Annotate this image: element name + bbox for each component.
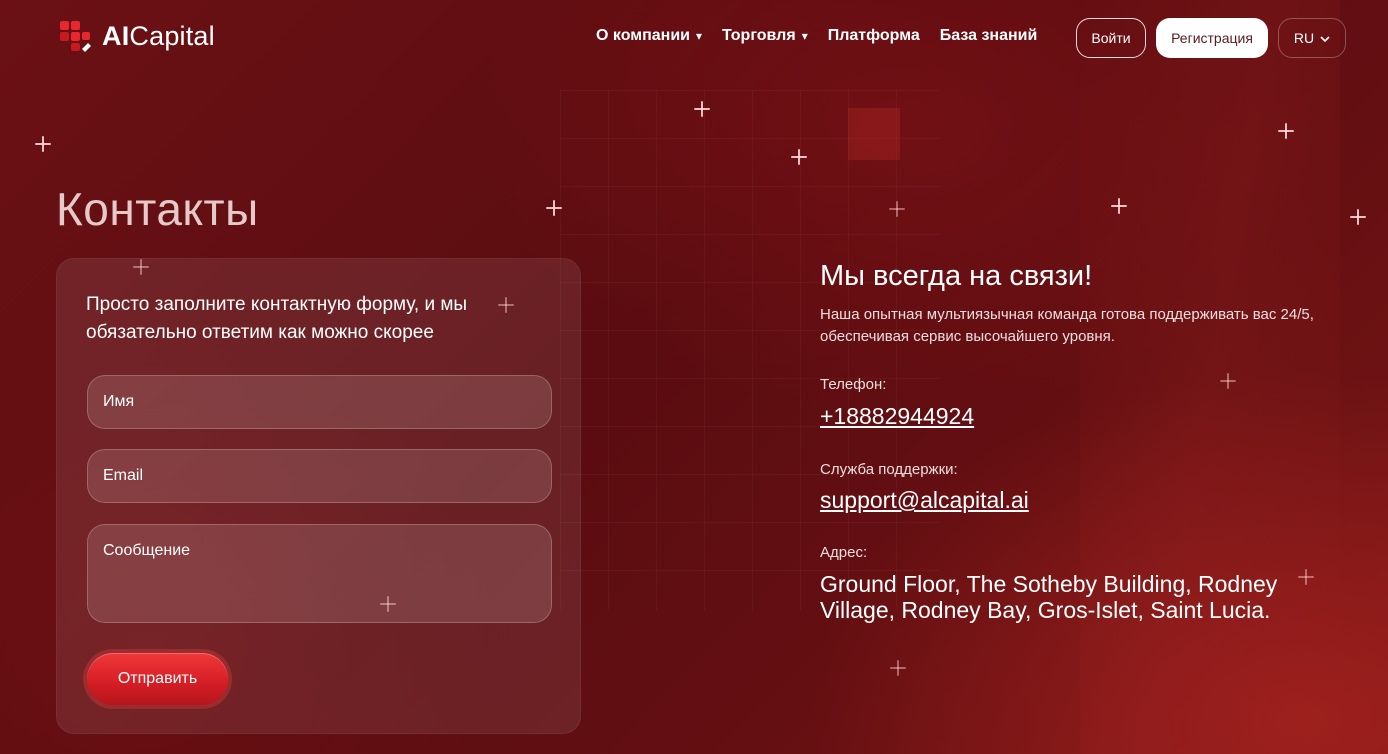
- background-light-beam: [1080, 0, 1340, 754]
- contact-form: Просто заполните контактную форму, и мы …: [56, 258, 581, 734]
- main-nav: О компании ▾ Торговля ▾ Платформа База з…: [596, 27, 1037, 45]
- submit-button-glow: Отправить: [83, 649, 232, 709]
- contact-info: Мы всегда на связи! Наша опытная мультия…: [820, 258, 1340, 623]
- page-title: Контакты: [56, 183, 259, 235]
- brand-logo[interactable]: AICapital: [58, 19, 215, 53]
- nav-item-knowledge-base[interactable]: База знаний: [940, 27, 1038, 45]
- name-field[interactable]: [87, 375, 552, 429]
- submit-button[interactable]: Отправить: [87, 653, 228, 705]
- login-button[interactable]: Войти: [1076, 18, 1146, 58]
- background-grid: [560, 90, 940, 610]
- sparkle-icon: [890, 660, 906, 676]
- logo-prefix: AI: [102, 20, 130, 51]
- logo-suffix: Capital: [129, 20, 215, 51]
- address-text: Ground Floor, The Sotheby Building, Rodn…: [820, 571, 1278, 623]
- nav-item-trading[interactable]: Торговля ▾: [722, 27, 808, 45]
- email-field[interactable]: [87, 449, 552, 503]
- nav-item-label: Торговля: [722, 27, 796, 44]
- sparkle-icon: [35, 136, 51, 152]
- chevron-down-icon: [1320, 35, 1330, 42]
- nav-item-about[interactable]: О компании ▾: [596, 27, 702, 45]
- nav-item-label: Платформа: [827, 27, 920, 44]
- support-label: Служба поддержки:: [820, 461, 958, 478]
- language-code: RU: [1293, 30, 1315, 46]
- support-email-link[interactable]: support@alcapital.ai: [820, 487, 1029, 514]
- phone-label: Телефон:: [820, 376, 887, 393]
- form-intro: Просто заполните контактную форму, и мы …: [86, 294, 468, 343]
- contact-heading: Мы всегда на связи!: [820, 260, 1093, 292]
- contact-description: Наша опытная мультиязычная команда готов…: [820, 306, 1314, 345]
- phone-link[interactable]: +18882944924: [820, 403, 974, 430]
- site-header: AICapital О компании ▾ Торговля ▾ Платфо…: [0, 0, 1388, 76]
- language-selector[interactable]: RU: [1278, 18, 1346, 58]
- address-label: Адрес:: [820, 544, 868, 561]
- message-field[interactable]: [87, 524, 552, 623]
- nav-item-label: База знаний: [939, 27, 1038, 44]
- background-square: [848, 108, 900, 160]
- nav-item-label: О компании: [596, 27, 690, 44]
- logo-mark-icon: [60, 21, 91, 52]
- caret-down-icon: ▾: [801, 29, 808, 43]
- logo-wordmark: AICapital: [102, 21, 215, 52]
- caret-down-icon: ▾: [695, 29, 703, 43]
- sparkle-icon: [1350, 209, 1366, 225]
- register-button[interactable]: Регистрация: [1156, 18, 1268, 58]
- nav-item-platform[interactable]: Платформа: [828, 27, 920, 45]
